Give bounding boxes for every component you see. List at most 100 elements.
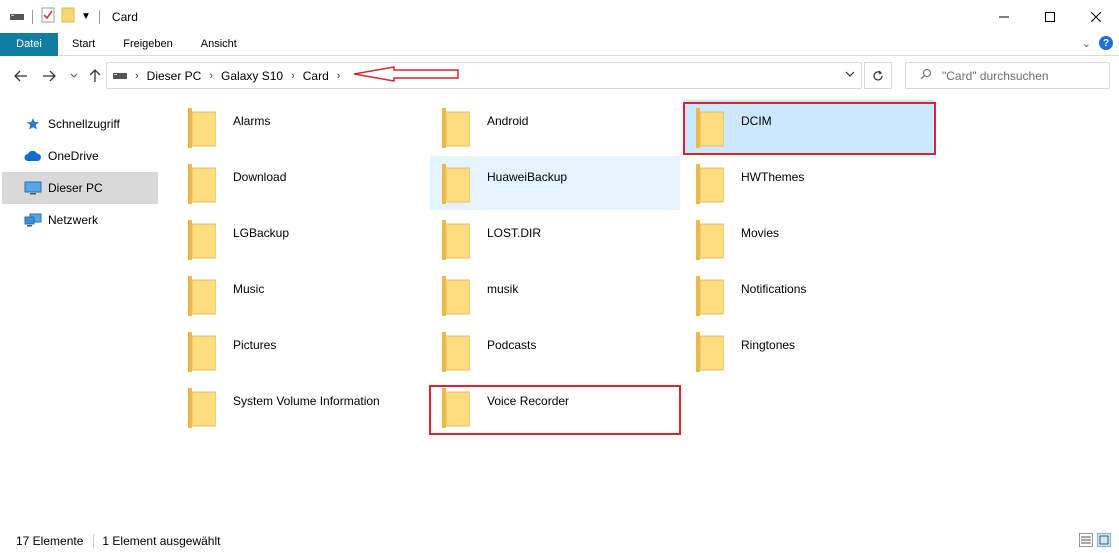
network-icon	[24, 213, 42, 227]
folder-item[interactable]: Ringtones	[684, 324, 934, 378]
folder-icon	[442, 220, 470, 260]
back-button[interactable]	[12, 67, 30, 85]
folder-name: System Volume Information	[233, 394, 380, 408]
search-input[interactable]: "Card" durchsuchen	[942, 69, 1049, 83]
folder-icon	[188, 388, 216, 428]
folder-item-hovered[interactable]: HuaweiBackup	[430, 156, 680, 210]
folder-icon	[188, 164, 216, 204]
sidebar-item-label: Schnellzugriff	[48, 117, 120, 131]
folder-icon	[442, 388, 470, 428]
sidebar-item-this-pc[interactable]: Dieser PC	[2, 172, 158, 204]
properties-icon[interactable]	[41, 7, 55, 26]
help-icon[interactable]: ?	[1099, 36, 1113, 50]
chevron-right-icon[interactable]: ›	[135, 70, 139, 82]
folder-name: DCIM	[741, 114, 772, 128]
folder-icon	[696, 332, 724, 372]
refresh-button[interactable]	[864, 62, 892, 89]
folder-name: LOST.DIR	[487, 226, 542, 240]
chevron-right-icon[interactable]: ›	[291, 70, 295, 82]
chevron-down-icon[interactable]	[845, 68, 855, 80]
status-bar: 17 Elemente 1 Element ausgewählt	[0, 530, 1119, 552]
chevron-right-icon[interactable]: ›	[337, 70, 341, 82]
annotation-arrow	[352, 66, 460, 85]
folder-icon	[188, 332, 216, 372]
folder-name: Download	[233, 170, 287, 184]
folder-name: Android	[487, 114, 529, 128]
folder-item-selected[interactable]: DCIM	[684, 100, 934, 154]
search-box[interactable]: "Card" durchsuchen	[905, 62, 1110, 89]
new-folder-icon[interactable]	[61, 7, 75, 26]
folder-icon	[442, 332, 470, 372]
folder-item[interactable]: Android	[430, 100, 680, 154]
tab-share[interactable]: Freigeben	[109, 33, 187, 56]
breadcrumb-this-pc[interactable]: Dieser PC	[147, 69, 202, 83]
navigation-bar: › Dieser PC › Galaxy S10 › Card › "Card"…	[0, 61, 1119, 91]
sidebar-item-label: OneDrive	[48, 149, 99, 163]
folder-name: LGBackup	[233, 226, 290, 240]
folder-item[interactable]: Pictures	[176, 324, 426, 378]
folder-item[interactable]: Voice Recorder	[430, 380, 680, 434]
folder-item[interactable]: Alarms	[176, 100, 426, 154]
chevron-right-icon[interactable]: ›	[209, 70, 213, 82]
search-icon	[920, 68, 932, 83]
folder-icon	[442, 108, 470, 148]
folder-icon	[188, 220, 216, 260]
tab-view[interactable]: Ansicht	[187, 33, 251, 56]
large-icons-view-icon[interactable]	[1097, 533, 1111, 547]
address-bar[interactable]: › Dieser PC › Galaxy S10 › Card ›	[106, 62, 862, 89]
folder-icon	[696, 220, 724, 260]
tab-start[interactable]: Start	[58, 33, 109, 56]
folder-item[interactable]: System Volume Information	[176, 380, 426, 434]
folder-name: Music	[233, 282, 265, 296]
minimize-button[interactable]	[981, 0, 1027, 33]
folder-item[interactable]: LGBackup	[176, 212, 426, 266]
ribbon-tabs: Datei Start Freigeben Ansicht ⌄ ?	[0, 32, 1119, 56]
star-icon	[24, 117, 42, 131]
drive-icon	[113, 69, 127, 83]
tab-file[interactable]: Datei	[0, 32, 58, 56]
folder-item[interactable]: Movies	[684, 212, 934, 266]
folder-icon	[442, 164, 470, 204]
up-button[interactable]	[86, 67, 104, 85]
sidebar-item-network[interactable]: Netzwerk	[0, 204, 160, 236]
folder-icon	[696, 164, 724, 204]
recent-locations-button[interactable]	[65, 67, 83, 85]
folder-icon	[696, 108, 724, 148]
customize-toolbar-icon[interactable]: ▼	[81, 11, 91, 22]
window-title: Card	[111, 9, 138, 24]
folder-item[interactable]: LOST.DIR	[430, 212, 680, 266]
folder-name: Voice Recorder	[487, 394, 570, 408]
sidebar-item-label: Dieser PC	[48, 181, 103, 195]
folder-icon	[188, 276, 216, 316]
folder-item[interactable]: Download	[176, 156, 426, 210]
details-view-icon[interactable]	[1079, 533, 1093, 547]
folder-name: Pictures	[233, 338, 277, 352]
folder-item[interactable]: Music	[176, 268, 426, 322]
breadcrumb-card[interactable]: Card	[303, 69, 329, 83]
folder-name: musik	[487, 282, 519, 296]
quick-access-toolbar: ▼ Card	[0, 7, 138, 26]
navigation-pane: Schnellzugriff OneDrive Dieser PC Netzwe…	[0, 108, 160, 236]
expand-ribbon-icon[interactable]: ⌄	[1082, 37, 1091, 50]
breadcrumb-galaxy-s10[interactable]: Galaxy S10	[221, 69, 283, 83]
folder-name: HuaweiBackup	[487, 170, 568, 184]
sidebar-item-onedrive[interactable]: OneDrive	[0, 140, 160, 172]
folder-icon	[188, 108, 216, 148]
close-button[interactable]	[1073, 0, 1119, 33]
monitor-icon	[24, 181, 42, 195]
selection-count: 1 Element ausgewählt	[102, 534, 221, 548]
folder-item[interactable]: HWThemes	[684, 156, 934, 210]
folder-item[interactable]: Podcasts	[430, 324, 680, 378]
folder-name: Podcasts	[487, 338, 537, 352]
folder-item[interactable]: musik	[430, 268, 680, 322]
folder-name: Alarms	[233, 114, 271, 128]
folder-name: Ringtones	[741, 338, 796, 352]
folder-icon	[442, 276, 470, 316]
toolbar-separator	[32, 9, 33, 24]
folder-name: HWThemes	[741, 170, 805, 184]
folder-item[interactable]: Notifications	[684, 268, 934, 322]
drive-icon[interactable]	[10, 10, 24, 24]
sidebar-item-quick-access[interactable]: Schnellzugriff	[0, 108, 160, 140]
forward-button[interactable]	[40, 67, 58, 85]
maximize-button[interactable]	[1027, 0, 1073, 33]
